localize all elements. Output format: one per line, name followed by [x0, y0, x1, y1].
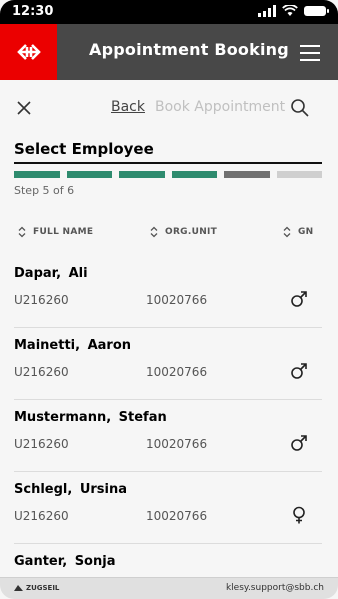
male-icon [291, 435, 307, 451]
signal-icon [258, 5, 276, 17]
employee-id: U216260 [14, 293, 69, 307]
progress-step [119, 171, 165, 178]
employee-name: Schlegl, Ursina [14, 482, 128, 497]
progress-step [66, 171, 112, 178]
table-row[interactable]: Schlegl, Ursina U216260 10020766 [14, 472, 322, 544]
step-progress [14, 171, 322, 178]
sort-gender[interactable]: GN [282, 226, 314, 238]
menu-icon[interactable] [300, 45, 320, 61]
close-icon[interactable] [14, 98, 34, 118]
employee-org-unit: 10020766 [146, 509, 208, 523]
breadcrumb-current: Book Appointment [155, 99, 286, 115]
employee-name: Ganter, Sonja [14, 554, 116, 569]
employee-name: Dapar, Ali [14, 266, 88, 281]
phone-screen: 12:30 Appointment Booking Back Book Appo… [0, 0, 338, 599]
sbb-logo[interactable] [0, 24, 57, 80]
footer: ZUGSEIL klesy.support@sbb.ch [0, 577, 338, 599]
support-email[interactable]: klesy.support@sbb.ch [226, 583, 324, 593]
app-bar: Appointment Booking [0, 24, 338, 80]
step-indicator: Step 5 of 6 [14, 184, 75, 197]
sort-full-name[interactable]: FULL NAME [17, 226, 93, 238]
sort-org-unit[interactable]: ORG.UNIT [149, 226, 217, 238]
wifi-icon [282, 5, 298, 16]
sort-icon [150, 226, 158, 238]
progress-step [14, 171, 60, 178]
male-icon [291, 363, 307, 379]
table-row[interactable]: Mustermann, Stefan U216260 10020766 [14, 400, 322, 472]
employee-name: Mustermann, Stefan [14, 410, 167, 425]
search-icon[interactable] [290, 98, 310, 118]
footer-brand: ZUGSEIL [14, 584, 59, 592]
sort-icon [283, 226, 291, 238]
column-header-name: FULL NAME [33, 227, 94, 237]
progress-step [171, 171, 217, 178]
female-icon [293, 506, 305, 524]
employee-id: U216260 [14, 365, 69, 379]
employee-org-unit: 10020766 [146, 437, 208, 451]
status-time: 12:30 [12, 4, 54, 19]
employee-org-unit: 10020766 [146, 365, 208, 379]
back-link[interactable]: Back [111, 99, 145, 115]
app-title: Appointment Booking [89, 40, 289, 59]
employee-id: U216260 [14, 437, 69, 451]
table-header: FULL NAME ORG.UNIT GN [0, 226, 338, 246]
progress-step [276, 171, 322, 178]
employee-org-unit: 10020766 [146, 293, 208, 307]
double-arrow-logo-icon [16, 44, 41, 60]
sort-icon [18, 226, 26, 238]
battery-icon [304, 6, 329, 16]
status-bar: 12:30 [0, 0, 338, 24]
title-divider [14, 162, 322, 164]
page-title: Select Employee [14, 140, 154, 158]
table-row[interactable]: Mainetti, Aaron U216260 10020766 [14, 328, 322, 400]
table-row[interactable]: Dapar, Ali U216260 10020766 [14, 256, 322, 328]
employee-id: U216260 [14, 509, 69, 523]
employee-name: Mainetti, Aaron [14, 338, 132, 353]
progress-step [224, 171, 270, 178]
column-header-gender: GN [298, 227, 314, 237]
zugseil-logo-icon [14, 584, 23, 591]
toolbar: Back Book Appointment [0, 80, 338, 138]
column-header-org: ORG.UNIT [165, 227, 218, 237]
male-icon [291, 291, 307, 307]
